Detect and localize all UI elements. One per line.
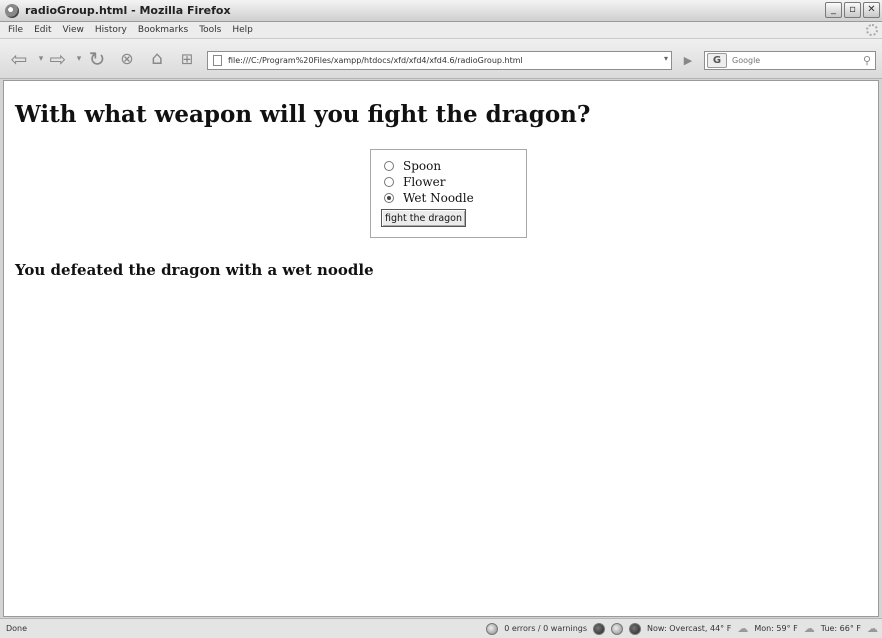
url-text[interactable]: file:///C:/Program%20Files/xampp/htdocs/… (228, 56, 523, 65)
option-label: Spoon (403, 159, 442, 173)
menu-edit[interactable]: Edit (34, 25, 51, 35)
page-heading: With what weapon will you fight the drag… (15, 101, 591, 128)
partly-cloudy-icon: ☁ (803, 622, 815, 635)
addon-icon[interactable] (593, 622, 606, 635)
home-icon[interactable]: ⌂ (146, 48, 168, 70)
forward-arrow-icon[interactable]: ⇨ (47, 48, 69, 70)
address-bar[interactable]: file:///C:/Program%20Files/xampp/htdocs/… (207, 51, 672, 70)
menu-bookmarks[interactable]: Bookmarks (138, 25, 188, 35)
title-bar: radioGroup.html - Mozilla Firefox _ ▫ ✕ (0, 0, 882, 22)
error-count[interactable]: 0 errors / 0 warnings (504, 624, 587, 633)
minimize-button[interactable]: _ (825, 2, 842, 18)
restore-button[interactable]: ▫ (844, 2, 861, 18)
search-box[interactable]: G ⚲ (704, 51, 876, 70)
menu-file[interactable]: File (8, 25, 23, 35)
globe-icon[interactable] (629, 622, 642, 635)
navigation-toolbar: ⇦ ▾ ⇨ ▾ ↻ ⊗ ⌂ ⊞ file:///C:/Program%20Fil… (0, 39, 882, 79)
close-button[interactable]: ✕ (863, 2, 880, 18)
throbber-icon (866, 24, 878, 36)
new-tab-icon[interactable]: ⊞ (176, 48, 198, 70)
cloud-icon: ☁ (737, 622, 749, 635)
option-flower[interactable]: Flower (384, 175, 446, 189)
menu-history[interactable]: History (95, 25, 127, 35)
page-content: With what weapon will you fight the drag… (3, 80, 879, 617)
search-icon[interactable]: ⚲ (863, 54, 871, 67)
firefox-icon (5, 3, 19, 18)
window-title: radioGroup.html - Mozilla Firefox (25, 4, 231, 17)
status-text: Done (6, 624, 28, 633)
go-arrow-icon[interactable]: ▶ (680, 52, 696, 69)
menu-tools[interactable]: Tools (199, 25, 221, 35)
weather-tue[interactable]: Tue: 66° F (821, 624, 861, 633)
check-icon (486, 622, 499, 635)
search-input[interactable] (732, 56, 852, 65)
stop-icon[interactable]: ⊗ (116, 48, 138, 70)
option-label: Wet Noodle (403, 191, 474, 205)
menu-bar: File Edit View History Bookmarks Tools H… (0, 22, 882, 39)
url-dropdown-icon[interactable]: ▾ (664, 54, 668, 63)
option-spoon[interactable]: Spoon (384, 159, 441, 173)
weather-now[interactable]: Now: Overcast, 44° F (647, 624, 731, 633)
option-label: Flower (403, 175, 446, 189)
search-engine-icon[interactable]: G (707, 53, 727, 68)
back-arrow-icon[interactable]: ⇦ (8, 48, 30, 70)
menu-view[interactable]: View (63, 25, 84, 35)
weapon-radio-group: Spoon Flower Wet Noodle fight the dragon (370, 149, 527, 238)
option-wet-noodle[interactable]: Wet Noodle (384, 191, 474, 205)
weather-mon[interactable]: Mon: 59° F (754, 624, 797, 633)
status-bar: Done 0 errors / 0 warnings Now: Overcast… (0, 618, 882, 638)
gear-icon[interactable] (611, 622, 624, 635)
menu-help[interactable]: Help (232, 25, 253, 35)
result-message: You defeated the dragon with a wet noodl… (15, 261, 374, 279)
status-widgets: 0 errors / 0 warnings Now: Overcast, 44°… (486, 622, 878, 635)
partly-cloudy-icon: ☁ (867, 622, 878, 635)
fight-the-dragon-button[interactable]: fight the dragon (381, 209, 467, 227)
radio-spoon[interactable] (384, 161, 394, 171)
page-icon (213, 55, 222, 66)
window-controls: _ ▫ ✕ (825, 2, 880, 18)
radio-flower[interactable] (384, 177, 394, 187)
reload-icon[interactable]: ↻ (86, 48, 108, 70)
radio-wet-noodle[interactable] (384, 193, 394, 203)
